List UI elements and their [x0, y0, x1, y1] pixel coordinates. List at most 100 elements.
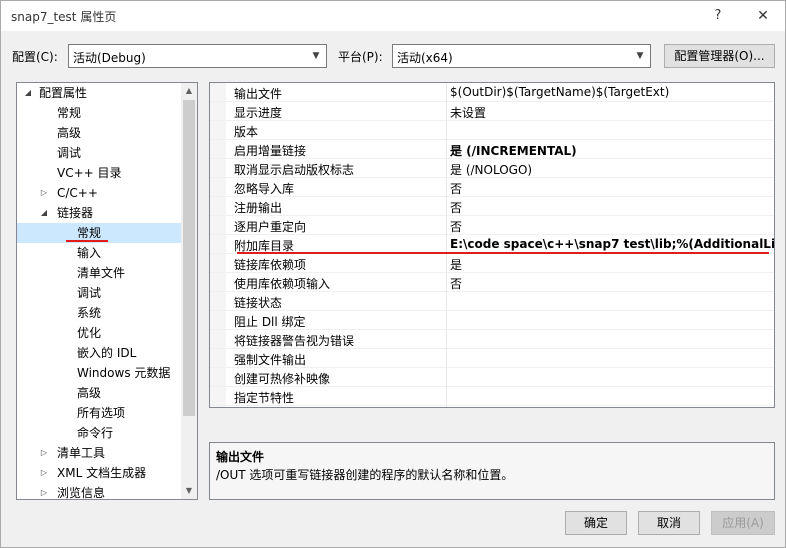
property-row[interactable]: 取消显示启动版权标志 是 (/NOLOGO) — [210, 159, 774, 178]
close-button[interactable]: ✕ — [751, 5, 775, 27]
tree-item-label: 输入 — [77, 246, 102, 260]
tree-item[interactable]: 所有选项 — [17, 403, 181, 423]
expanded-arrow-icon[interactable]: ◢ — [23, 83, 33, 103]
property-row[interactable]: 注册输出 否 — [210, 197, 774, 216]
platform-value: 活动(x64) — [397, 51, 453, 65]
property-row[interactable]: 创建可热修补映像 — [210, 368, 774, 387]
tree-item-label: 嵌入的 IDL — [77, 346, 137, 360]
property-row[interactable]: 逐用户重定向 否 — [210, 216, 774, 235]
window-title: snap7_test 属性页 — [11, 10, 117, 24]
property-value[interactable]: 是 (/NOLOGO) — [450, 161, 774, 178]
property-name: 指定节特性 — [234, 391, 295, 405]
tree-item[interactable]: ▷ 清单工具 — [17, 443, 181, 463]
ok-button[interactable]: 确定 — [565, 511, 627, 535]
tree-item-label: XML 文档生成器 — [57, 466, 147, 480]
property-row[interactable]: 输出文件 $(OutDir)$(TargetName)$(TargetExt) — [210, 83, 774, 102]
tree-item-label: 常规 — [57, 106, 82, 120]
tree-item-label: 优化 — [77, 326, 102, 340]
help-button[interactable]: ? — [706, 5, 730, 27]
tree-item[interactable]: 高级 — [17, 383, 181, 403]
description-title: 输出文件 — [216, 450, 265, 464]
tree-item-label: 系统 — [77, 306, 102, 320]
tree-item[interactable]: VC++ 目录 — [17, 163, 181, 183]
tree-item[interactable]: ▷ 浏览信息 — [17, 483, 181, 500]
tree-item[interactable]: ▷ XML 文档生成器 — [17, 463, 181, 483]
chevron-down-icon: ▼ — [636, 51, 644, 61]
tree-item-label: 清单文件 — [77, 266, 126, 280]
property-row[interactable]: 指定节特性 — [210, 387, 774, 406]
property-row[interactable]: 版本 — [210, 121, 774, 140]
property-row[interactable]: 启用增量链接 是 (/INCREMENTAL) — [210, 140, 774, 159]
chevron-down-icon: ▼ — [312, 51, 320, 61]
tree-item-label: Windows 元数据 — [77, 366, 171, 380]
tree-item-label: 链接器 — [57, 206, 94, 220]
cancel-button[interactable]: 取消 — [638, 511, 700, 535]
property-name: 输出文件 — [234, 87, 283, 101]
property-value[interactable]: 是 — [450, 256, 774, 273]
category-tree[interactable]: ◢ 配置属性 常规 高级 调试 VC++ 目录 ▷ C/C++ ◢ 链接器 常规 输入 清单文件 调试 系统… — [16, 82, 198, 500]
property-row[interactable]: 使用库依赖项输入 否 — [210, 273, 774, 292]
property-name: 阻止 Dll 绑定 — [234, 315, 306, 329]
tree-item[interactable]: ◢ 配置属性 — [17, 83, 181, 103]
tree-item[interactable]: 调试 — [17, 283, 181, 303]
property-row[interactable]: 强制文件输出 — [210, 349, 774, 368]
tree-item[interactable]: ◢ 链接器 — [17, 203, 181, 223]
property-row[interactable]: 忽略导入库 否 — [210, 178, 774, 197]
tree-item[interactable]: 系统 — [17, 303, 181, 323]
config-manager-button[interactable]: 配置管理器(O)... — [664, 44, 775, 68]
collapsed-arrow-icon[interactable]: ▷ — [39, 443, 49, 463]
property-grid[interactable]: 输出文件 $(OutDir)$(TargetName)$(TargetExt) 显示… — [209, 82, 775, 408]
apply-button[interactable]: 应用(A) — [711, 511, 775, 535]
description-panel: 输出文件 /OUT 选项可重写链接器创建的程序的默认名称和位置。 — [209, 442, 775, 500]
collapsed-arrow-icon[interactable]: ▷ — [39, 483, 49, 499]
tree-item-label: 高级 — [57, 126, 82, 140]
property-name: 取消显示启动版权标志 — [234, 163, 355, 177]
tree-item[interactable]: 输入 — [17, 243, 181, 263]
tree-item[interactable]: ▷ C/C++ — [17, 183, 181, 203]
property-row[interactable]: 链接状态 — [210, 292, 774, 311]
property-value[interactable]: 否 — [450, 218, 774, 235]
description-text: /OUT 选项可重写链接器创建的程序的默认名称和位置。 — [216, 468, 514, 482]
tree-item-label: 浏览信息 — [57, 486, 106, 500]
tree-item[interactable]: 清单文件 — [17, 263, 181, 283]
property-name: 逐用户重定向 — [234, 220, 307, 234]
config-value: 活动(Debug) — [73, 51, 146, 65]
property-row[interactable]: 将链接器警告视为错误 — [210, 330, 774, 349]
property-value[interactable]: 否 — [450, 199, 774, 216]
expanded-arrow-icon[interactable]: ◢ — [39, 203, 49, 223]
tree-item[interactable]: 优化 — [17, 323, 181, 343]
tree-scrollbar[interactable]: ▲ ▼ — [181, 83, 197, 499]
tree-item[interactable]: 常规 — [17, 103, 181, 123]
config-label: 配置(C): — [12, 50, 58, 64]
property-row[interactable]: 链接库依赖项 是 — [210, 254, 774, 273]
property-value[interactable]: $(OutDir)$(TargetName)$(TargetExt) — [450, 85, 774, 99]
property-name: 强制文件输出 — [234, 353, 307, 367]
property-row[interactable]: 阻止 Dll 绑定 — [210, 311, 774, 330]
tree-item[interactable]: Windows 元数据 — [17, 363, 181, 383]
platform-dropdown[interactable]: 活动(x64) ▼ — [392, 44, 651, 68]
scroll-thumb[interactable] — [183, 100, 195, 416]
property-value[interactable]: 否 — [450, 180, 774, 197]
scroll-down-icon[interactable]: ▼ — [181, 483, 197, 499]
config-dropdown[interactable]: 活动(Debug) ▼ — [68, 44, 327, 68]
property-row[interactable]: 显示进度 未设置 — [210, 102, 774, 121]
property-name: 显示进度 — [234, 106, 283, 120]
property-value[interactable]: E:\code space\c++\snap7 test\lib;%(Addit… — [450, 237, 774, 251]
annotation-underline-libdir — [237, 252, 769, 254]
column-divider[interactable] — [446, 83, 447, 407]
property-name: 版本 — [234, 125, 259, 139]
tree-item-label: 调试 — [77, 286, 102, 300]
tree-item-label: 配置属性 — [39, 86, 88, 100]
tree-item[interactable]: 命令行 — [17, 423, 181, 443]
collapsed-arrow-icon[interactable]: ▷ — [39, 183, 49, 203]
tree-item[interactable]: 高级 — [17, 123, 181, 143]
tree-item[interactable]: 嵌入的 IDL — [17, 343, 181, 363]
tree-item-label: 命令行 — [77, 426, 114, 440]
property-value[interactable]: 是 (/INCREMENTAL) — [450, 142, 774, 159]
tree-item[interactable]: 调试 — [17, 143, 181, 163]
property-value[interactable]: 否 — [450, 275, 774, 292]
scroll-up-icon[interactable]: ▲ — [181, 83, 197, 99]
property-value[interactable]: 未设置 — [450, 104, 774, 121]
collapsed-arrow-icon[interactable]: ▷ — [39, 463, 49, 483]
tree-item-label: C/C++ — [57, 186, 98, 200]
